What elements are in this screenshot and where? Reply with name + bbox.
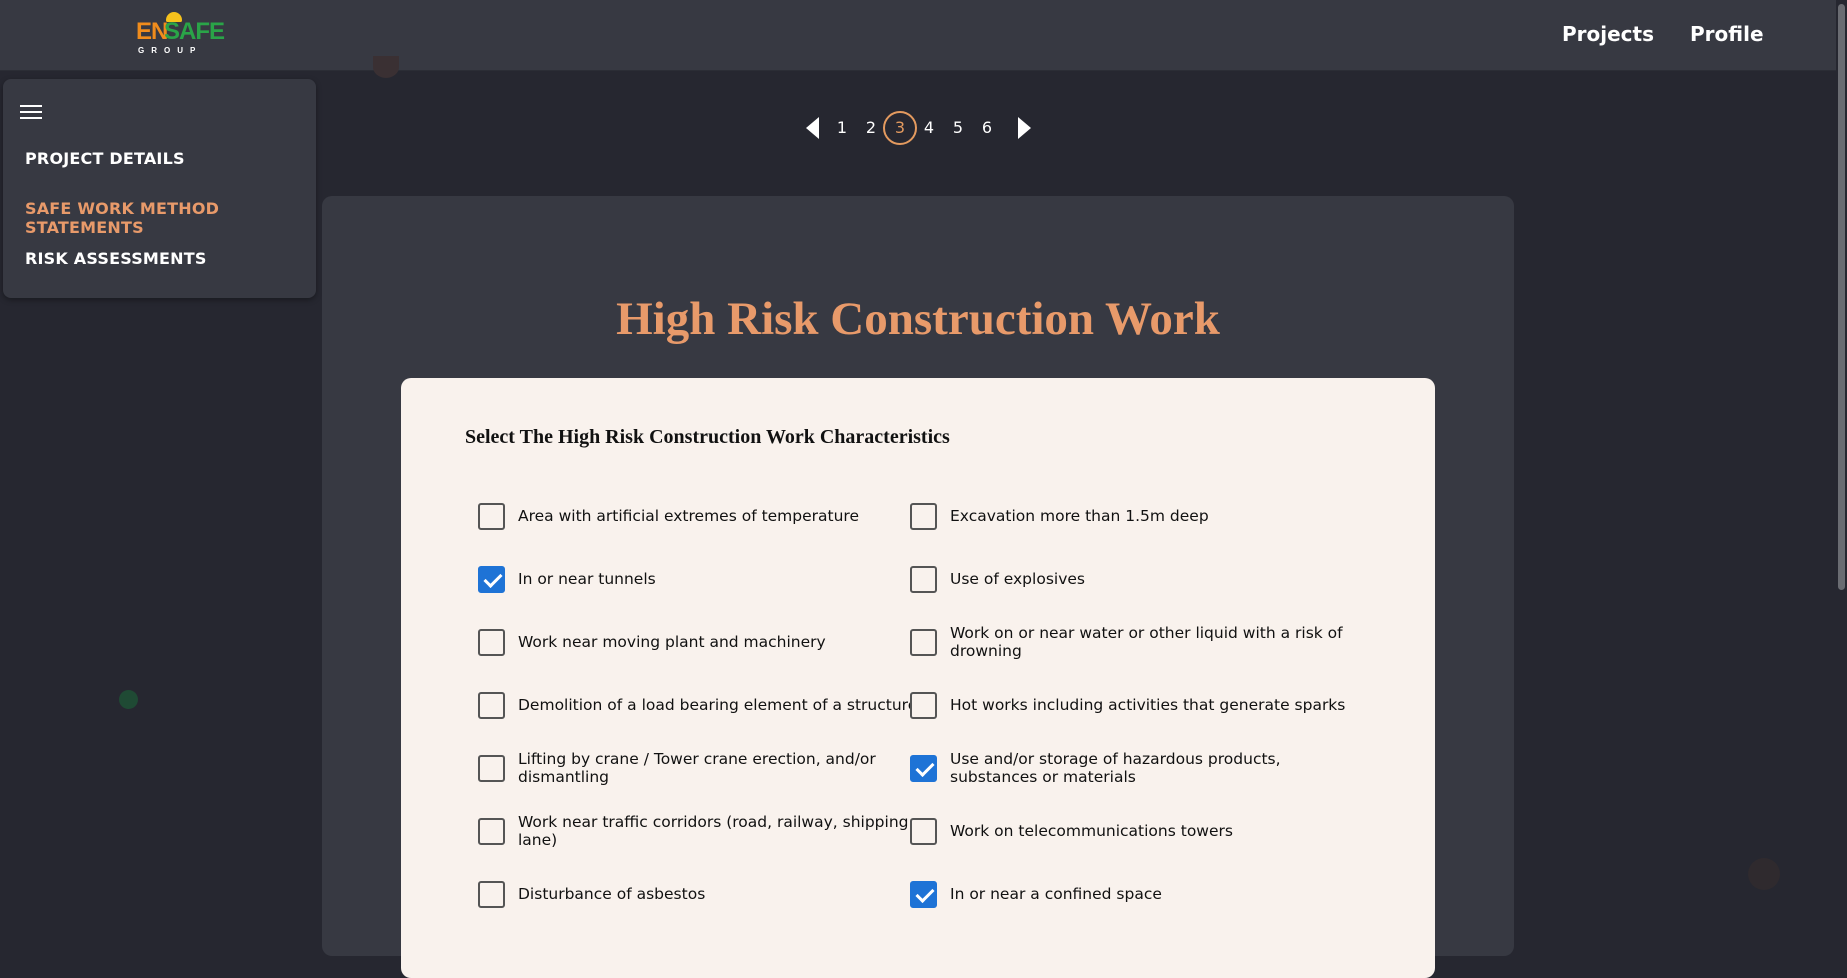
- checkbox-label: Work near traffic corridors (road, railw…: [518, 813, 909, 849]
- checkbox-option[interactable]: Use and/or storage of hazardous products…: [910, 748, 1350, 788]
- checkbox[interactable]: [910, 503, 937, 530]
- checkbox-label: In or near a confined space: [950, 885, 1162, 903]
- decorative-dot: [1748, 858, 1780, 890]
- page-6-button[interactable]: 6: [970, 111, 1004, 145]
- checkbox[interactable]: [478, 818, 505, 845]
- checkbox[interactable]: [910, 692, 937, 719]
- checkbox[interactable]: [910, 818, 937, 845]
- checkbox-option[interactable]: Work near moving plant and machinery: [478, 622, 918, 662]
- logo-safe: SAFE: [164, 18, 225, 45]
- checkbox-option[interactable]: Work on or near water or other liquid wi…: [910, 622, 1350, 662]
- checkbox-option[interactable]: Disturbance of asbestos: [478, 874, 918, 914]
- decorative-dot: [373, 56, 399, 78]
- sidebar-item-safe-work-method-statements[interactable]: SAFE WORK METHOD STATEMENTS: [25, 199, 316, 237]
- checkbox-option[interactable]: Area with artificial extremes of tempera…: [478, 496, 918, 536]
- checkbox[interactable]: [478, 503, 505, 530]
- page-title: High Risk Construction Work: [616, 293, 1220, 345]
- previous-page-arrow-icon[interactable]: [806, 117, 819, 139]
- checkbox-option[interactable]: In or near tunnels: [478, 559, 918, 599]
- checkbox-label: Demolition of a load bearing element of …: [518, 696, 918, 714]
- nav-projects-link[interactable]: Projects: [1562, 22, 1654, 46]
- nav-profile-link[interactable]: Profile: [1690, 22, 1764, 46]
- checkbox-option[interactable]: Work near traffic corridors (road, railw…: [478, 811, 918, 851]
- checkbox[interactable]: [478, 881, 505, 908]
- checkbox[interactable]: [478, 629, 505, 656]
- checkbox[interactable]: [478, 692, 505, 719]
- checkbox-option[interactable]: Hot works including activities that gene…: [910, 685, 1350, 725]
- checkbox-option[interactable]: In or near a confined space: [910, 874, 1350, 914]
- checkbox-label: Work on telecommunications towers: [950, 822, 1233, 840]
- sidebar-item-risk-assessments[interactable]: RISK ASSESSMENTS: [25, 249, 207, 268]
- checkbox-label: In or near tunnels: [518, 570, 656, 588]
- logo-en: EN: [136, 18, 168, 45]
- checkbox-label: Work on or near water or other liquid wi…: [950, 624, 1343, 660]
- checkbox[interactable]: [910, 881, 937, 908]
- checkbox[interactable]: [478, 566, 505, 593]
- checkbox[interactable]: [910, 566, 937, 593]
- checkbox-option[interactable]: Demolition of a load bearing element of …: [478, 685, 918, 725]
- checkbox[interactable]: [478, 755, 505, 782]
- checkbox-option[interactable]: Use of explosives: [910, 559, 1350, 599]
- checkbox-label: Use and/or storage of hazardous products…: [950, 750, 1281, 786]
- ensafe-logo[interactable]: EN SAFE GROUP: [136, 12, 226, 58]
- checkbox-label: Disturbance of asbestos: [518, 885, 706, 903]
- checkbox[interactable]: [910, 629, 937, 656]
- hamburger-menu-icon[interactable]: [20, 102, 44, 122]
- sidebar: PROJECT DETAILS SAFE WORK METHOD STATEME…: [3, 79, 316, 298]
- top-navbar: EN SAFE GROUP Projects Profile: [0, 0, 1847, 71]
- page-scrollbar[interactable]: [1836, 0, 1847, 945]
- checkbox-option[interactable]: Work on telecommunications towers: [910, 811, 1350, 851]
- characteristics-form: Select The High Risk Construction Work C…: [401, 378, 1435, 978]
- checkbox-label: Lifting by crane / Tower crane erection,…: [518, 750, 876, 786]
- form-heading: Select The High Risk Construction Work C…: [465, 426, 950, 448]
- checkbox[interactable]: [910, 755, 937, 782]
- checkbox-label: Excavation more than 1.5m deep: [950, 507, 1209, 525]
- checkbox-option[interactable]: Excavation more than 1.5m deep: [910, 496, 1350, 536]
- checkbox-option[interactable]: Lifting by crane / Tower crane erection,…: [478, 748, 918, 788]
- next-page-arrow-icon[interactable]: [1018, 117, 1031, 139]
- pagination: 1 2 3 4 5 6: [803, 111, 1035, 145]
- main-card: High Risk Construction Work Select The H…: [322, 196, 1514, 978]
- checkbox-label: Area with artificial extremes of tempera…: [518, 507, 859, 525]
- scrollbar-thumb[interactable]: [1838, 4, 1845, 590]
- decorative-dot: [119, 690, 138, 709]
- sidebar-item-project-details[interactable]: PROJECT DETAILS: [25, 149, 185, 168]
- checkbox-label: Use of explosives: [950, 570, 1085, 588]
- checkbox-label: Work near moving plant and machinery: [518, 633, 826, 651]
- checkbox-label: Hot works including activities that gene…: [950, 696, 1346, 714]
- logo-group: GROUP: [138, 46, 203, 55]
